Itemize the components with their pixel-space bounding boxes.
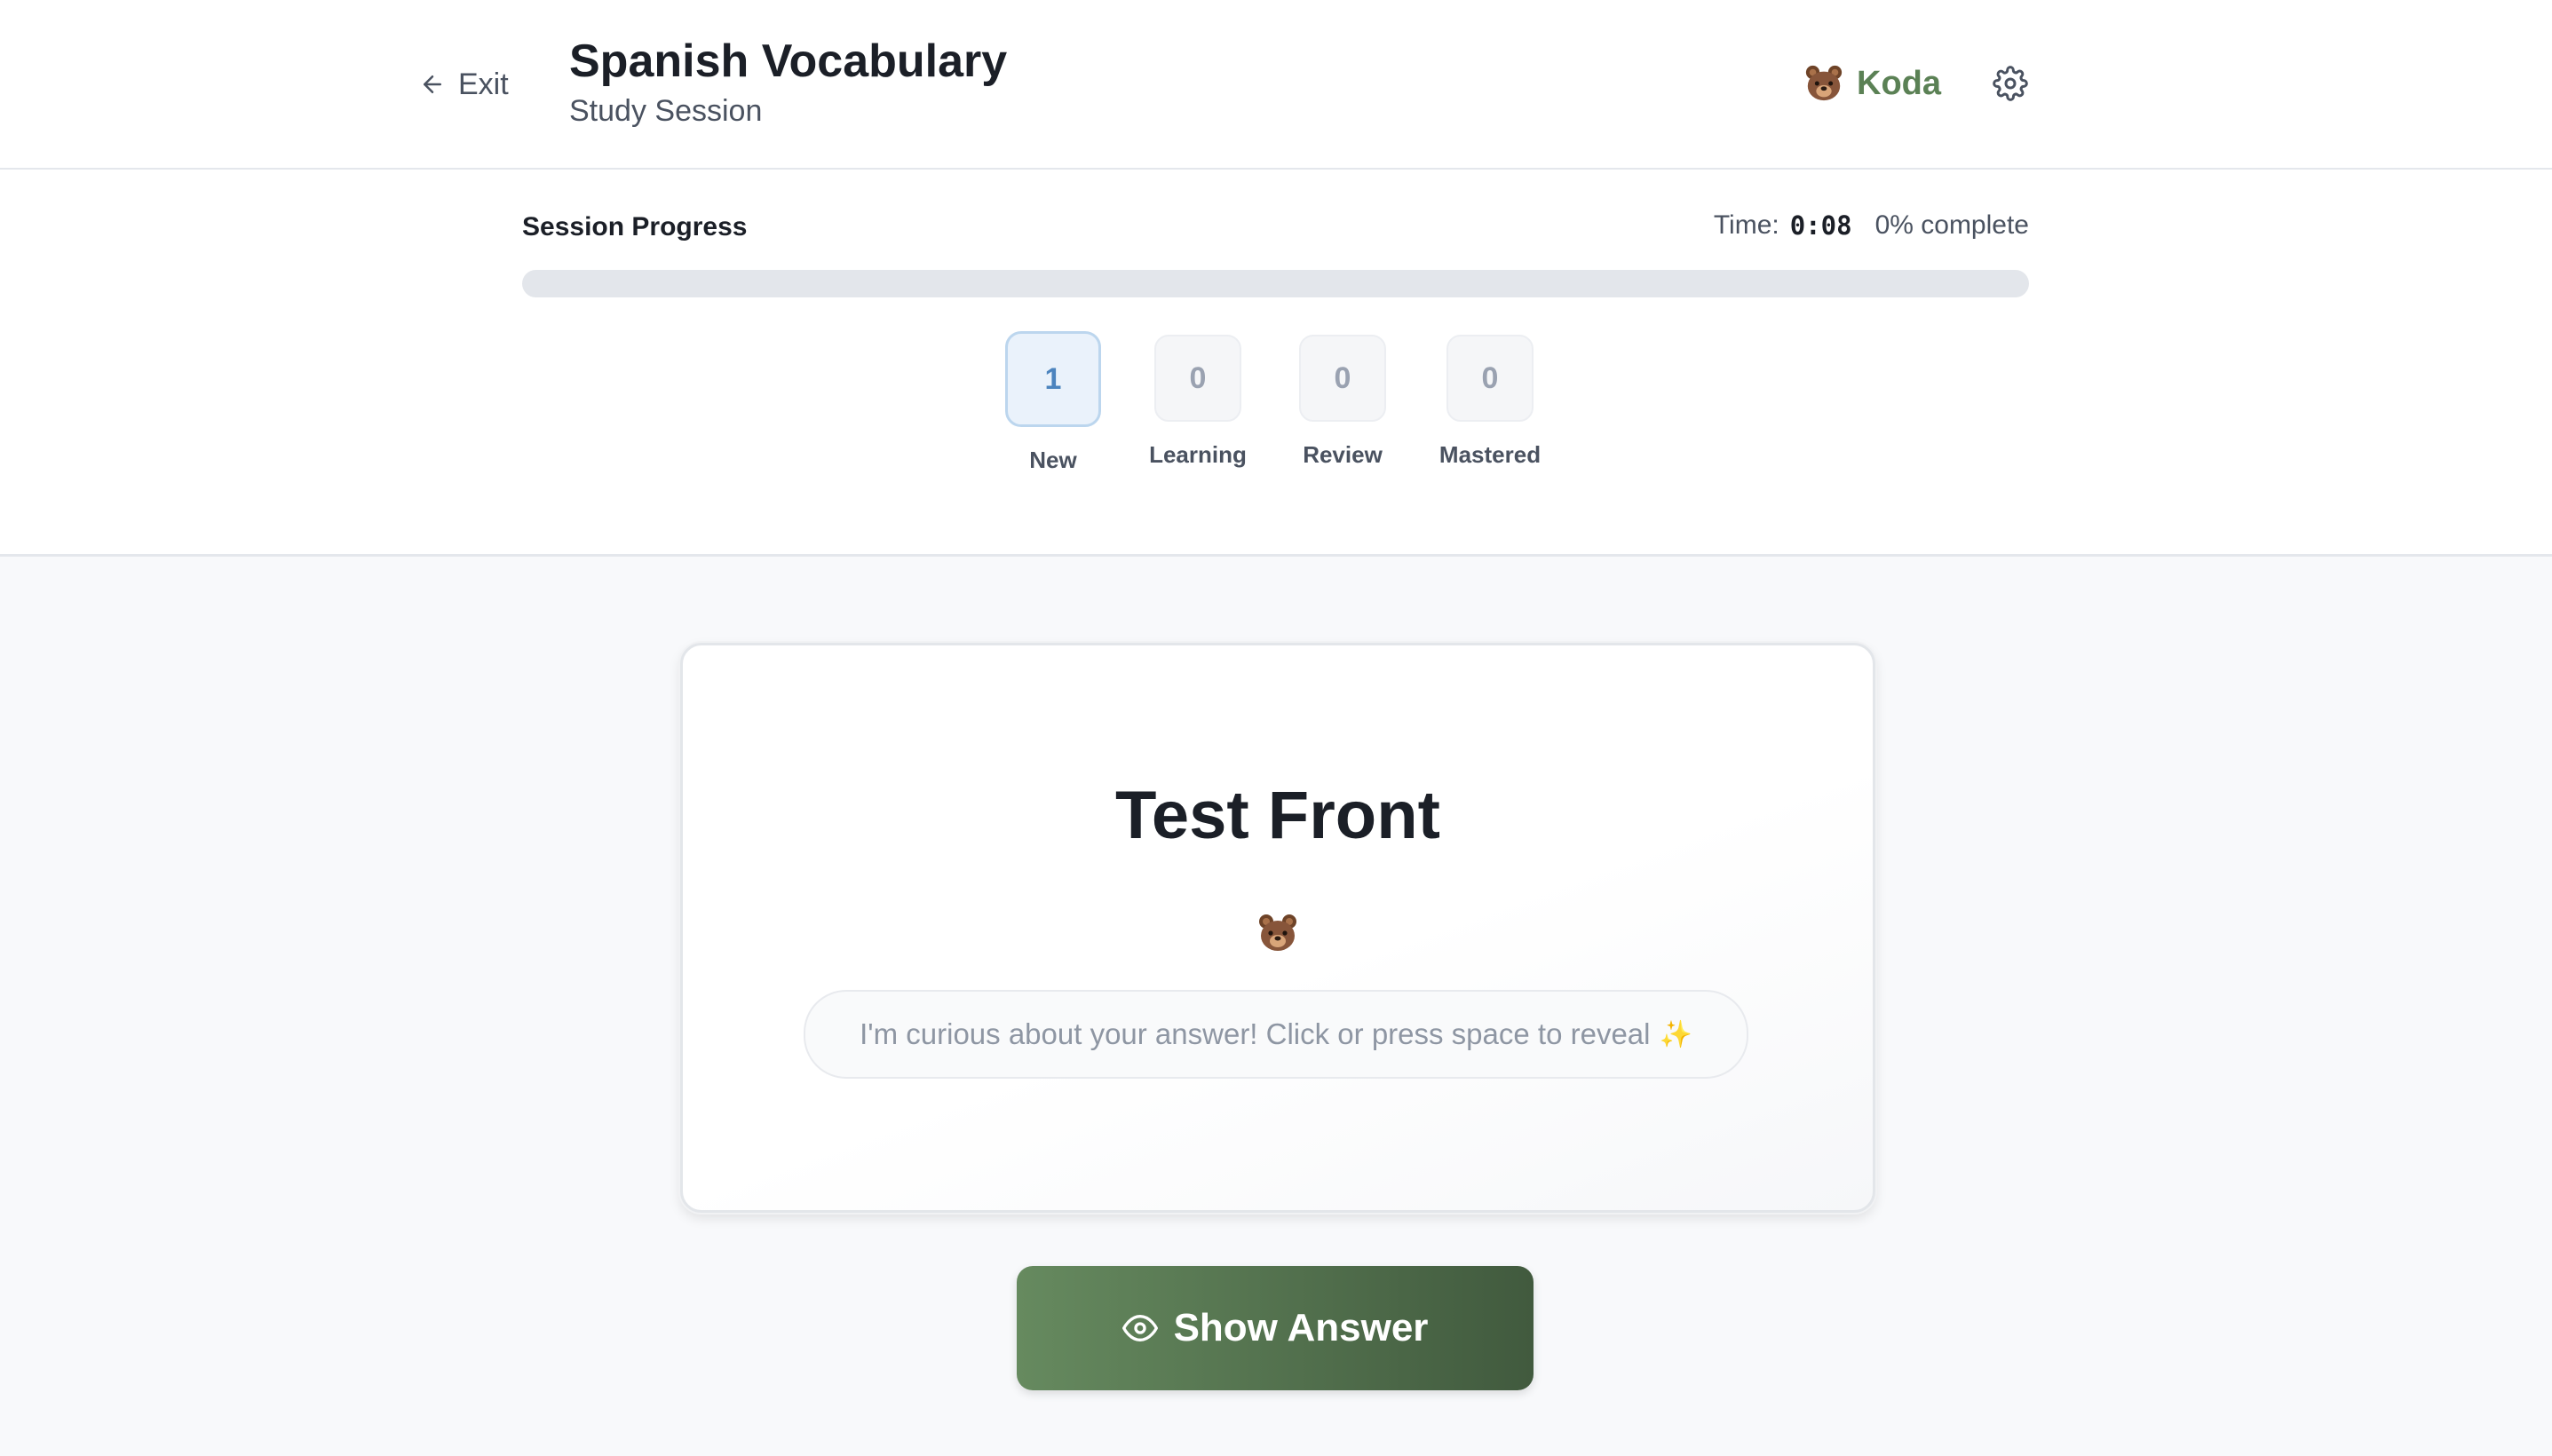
flashcard[interactable]: Test Front I'm curious about your answer…: [680, 643, 1875, 1213]
progress-label: Session Progress: [522, 212, 748, 241]
gear-icon[interactable]: [1993, 66, 2028, 101]
progress-panel: Session Progress Time: 0:08 0% complete …: [0, 170, 2552, 557]
sparkle-icon: ✨: [1659, 1019, 1692, 1049]
stat-review-label: Review: [1303, 441, 1383, 468]
exit-label: Exit: [458, 67, 509, 101]
card-status-counters: 1 New 0 Learning 0 Review 0 Mastered: [0, 331, 2552, 473]
bear-icon: [1803, 63, 1844, 104]
stat-learning: 0 Learning: [1127, 335, 1269, 469]
card-front-text: Test Front: [1115, 778, 1440, 853]
progress-meta: Time: 0:08 0% complete: [1714, 210, 2029, 241]
app-header: Exit Spanish Vocabulary Study Session Ko…: [0, 0, 2552, 170]
show-answer-label: Show Answer: [1173, 1306, 1429, 1349]
page-subtitle: Study Session: [569, 94, 763, 128]
mascot-name: Koda: [1857, 64, 1941, 102]
stat-new-count: 1: [1005, 331, 1101, 427]
stat-mastered: 0 Mastered: [1419, 335, 1561, 469]
arrow-left-icon: [424, 75, 441, 93]
exit-button[interactable]: Exit: [419, 60, 509, 108]
bear-icon: [1256, 912, 1299, 954]
mascot-badge[interactable]: Koda: [1803, 63, 1941, 104]
time-label: Time:: [1713, 210, 1779, 240]
percent-complete: 0% complete: [1874, 210, 2029, 240]
progress-bar: [522, 270, 2029, 297]
title-block: Spanish Vocabulary Study Session: [569, 34, 1007, 129]
stat-review: 0 Review: [1272, 335, 1414, 469]
stat-mastered-label: Mastered: [1438, 441, 1542, 468]
stat-new-label: New: [1029, 447, 1077, 473]
stat-mastered-count: 0: [1446, 335, 1534, 422]
timer-value: 0:08: [1789, 210, 1852, 241]
stat-review-count: 0: [1299, 335, 1386, 422]
page-title: Spanish Vocabulary: [569, 36, 1008, 87]
eye-icon: [1121, 1315, 1158, 1341]
reveal-hint: I'm curious about your answer! Click or …: [804, 990, 1748, 1079]
stat-learning-count: 0: [1154, 335, 1241, 422]
stat-new: 1 New: [982, 331, 1124, 474]
reveal-hint-text: I'm curious about your answer! Click or …: [860, 1017, 1651, 1050]
stat-learning-label: Learning: [1149, 441, 1247, 468]
show-answer-button[interactable]: Show Answer: [1017, 1266, 1534, 1390]
user-area: Koda: [1803, 59, 2028, 108]
